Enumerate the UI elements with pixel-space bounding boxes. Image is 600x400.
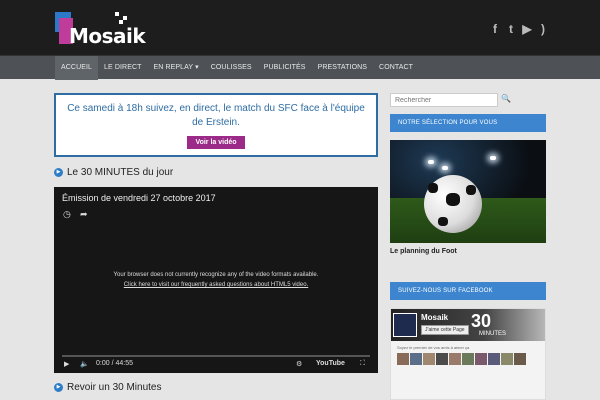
play-circle-icon: ▶ — [54, 383, 63, 392]
logo-pixel — [115, 12, 119, 16]
nav-item-contact[interactable]: CONTACT — [373, 56, 419, 80]
facebook-like-button[interactable]: J'aime cette Page — [421, 325, 469, 335]
section-title-text: Revoir un 30 Minutes — [67, 382, 162, 393]
youtube-logo[interactable]: YouTube — [316, 360, 345, 367]
stadium-light — [490, 156, 496, 160]
nav-item-le-direct[interactable]: LE DIRECT — [98, 56, 147, 80]
announcement-banner: Ce samedi à 18h suivez, en direct, le ma… — [54, 93, 378, 157]
facebook-friend-avatars — [397, 353, 526, 365]
avatar[interactable] — [397, 353, 409, 365]
section-title-text: Le 30 MINUTES du jour — [67, 167, 174, 178]
facebook-cover-subtitle: MINUTES — [479, 331, 506, 337]
header: Mosaik f t ▶ ) — [0, 0, 600, 55]
football-image[interactable] — [390, 140, 546, 243]
video-faq-link[interactable]: Click here to visit our frequently asked… — [124, 282, 308, 288]
nav-item-publicites[interactable]: PUBLICITÉS — [258, 56, 312, 80]
search-icon[interactable]: 🔍 — [501, 94, 511, 103]
watch-video-button[interactable]: Voir la vidéo — [187, 136, 245, 149]
section-title-30-minutes: ▶ Le 30 MINUTES du jour — [54, 167, 173, 178]
watch-later-icon[interactable]: ◷ — [63, 209, 71, 220]
ball-patch — [438, 217, 448, 226]
video-controls: ▶ 🔈 0:00 / 44:55 ⚙ YouTube ⛶ — [54, 355, 378, 373]
ball-patch — [446, 193, 460, 206]
facebook-page-name[interactable]: Mosaik — [421, 313, 448, 322]
video-player[interactable]: Émission de vendredi 27 octobre 2017 ◷ ➦… — [54, 187, 378, 373]
avatar[interactable] — [462, 353, 474, 365]
ball-patch — [466, 185, 476, 195]
social-links: f t ▶ ) — [490, 22, 548, 36]
announcement-text: Ce samedi à 18h suivez, en direct, le ma… — [67, 103, 365, 128]
facebook-friends-text: Soyez le premier de vos amis à aimer ça — [397, 345, 470, 350]
avatar[interactable] — [475, 353, 487, 365]
fullscreen-icon[interactable]: ⛶ — [360, 360, 365, 368]
facebook-cover-number: 30 — [471, 311, 492, 331]
avatar[interactable] — [449, 353, 461, 365]
twitter-icon[interactable]: t — [506, 22, 516, 36]
nav-item-en-replay[interactable]: EN REPLAY ▾ — [148, 56, 205, 80]
search-input[interactable] — [390, 93, 498, 107]
rss-icon[interactable]: ) — [538, 22, 548, 36]
video-unsupported-message: Your browser does not currently recogniz… — [54, 270, 378, 290]
avatar[interactable] — [488, 353, 500, 365]
facebook-page-thumbnail[interactable] — [393, 313, 417, 337]
facebook-heading: SUIVEZ-NOUS SUR FACEBOOK — [390, 282, 546, 300]
video-message-text: Your browser does not currently recogniz… — [113, 272, 319, 278]
selection-heading: NOTRE SÉLECTION POUR VOUS — [390, 114, 546, 132]
facebook-widget[interactable]: Mosaik J'aime cette Page 30 MINUTES Soye… — [390, 308, 546, 400]
volume-icon[interactable]: 🔈 — [80, 360, 89, 368]
play-circle-icon: ▶ — [54, 168, 63, 177]
nav-item-coulisses[interactable]: COULISSES — [205, 56, 258, 80]
football — [424, 175, 482, 233]
video-time: 0:00 / 44:55 — [96, 360, 133, 367]
settings-icon[interactable]: ⚙ — [296, 360, 302, 368]
nav-item-accueil[interactable]: ACCUEIL — [55, 56, 99, 80]
stadium-light — [428, 160, 434, 164]
share-icon[interactable]: ➦ — [80, 209, 88, 220]
avatar[interactable] — [501, 353, 513, 365]
stadium-light — [442, 166, 448, 170]
avatar[interactable] — [410, 353, 422, 365]
ball-patch — [428, 183, 438, 193]
football-caption-link[interactable]: Le planning du Foot — [390, 248, 457, 255]
logo-pixel — [123, 16, 127, 20]
logo-text: Mosaik — [69, 24, 146, 48]
youtube-icon[interactable]: ▶ — [522, 22, 532, 36]
avatar[interactable] — [514, 353, 526, 365]
video-title: Émission de vendredi 27 octobre 2017 — [62, 193, 216, 203]
avatar[interactable] — [423, 353, 435, 365]
section-title-revoir: ▶ Revoir un 30 Minutes — [54, 382, 162, 393]
nav-item-prestations[interactable]: PRESTATIONS — [312, 56, 373, 80]
facebook-icon[interactable]: f — [490, 22, 500, 36]
main-nav: ACCUEIL LE DIRECT EN REPLAY ▾ COULISSES … — [0, 55, 600, 80]
logo[interactable]: Mosaik — [55, 10, 146, 48]
avatar[interactable] — [436, 353, 448, 365]
play-icon[interactable]: ▶ — [64, 360, 69, 368]
video-progress-bar[interactable] — [62, 355, 370, 357]
